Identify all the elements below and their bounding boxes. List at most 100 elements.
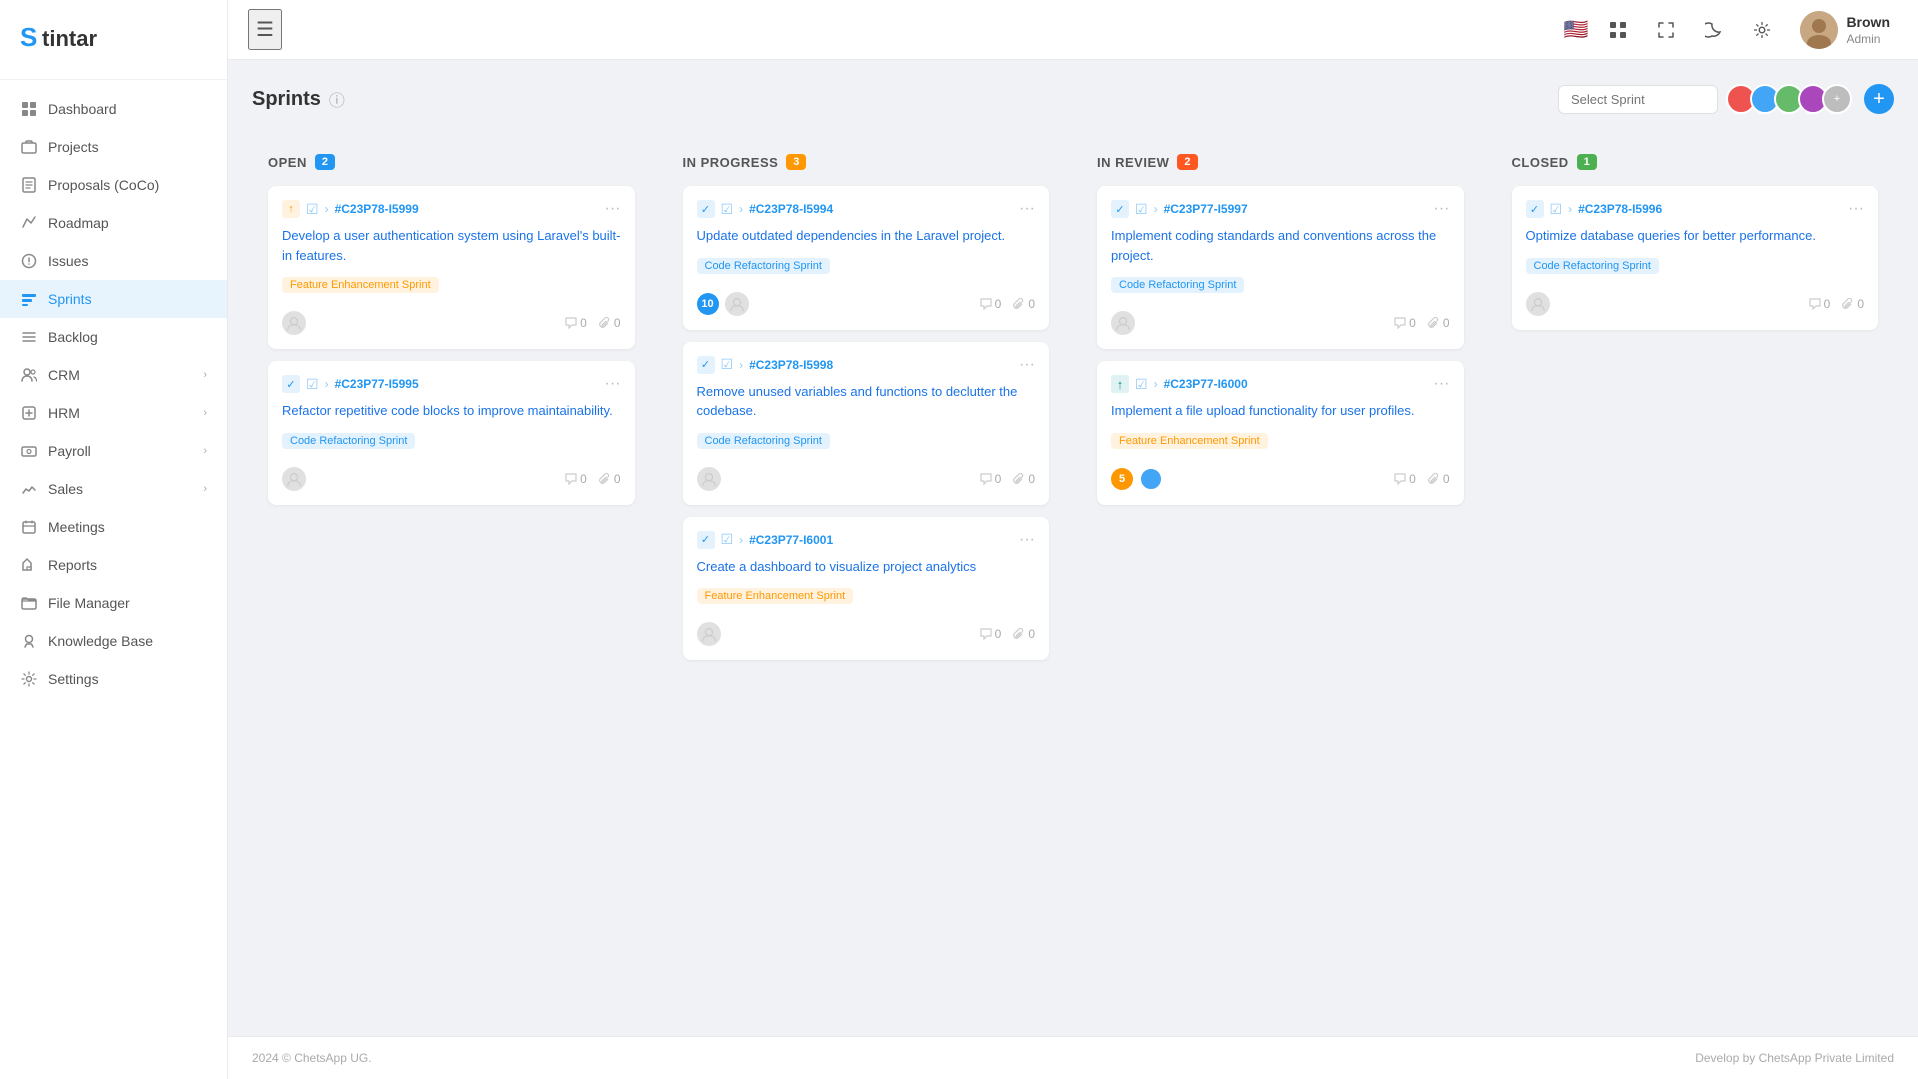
card-meta: 0 0 [1809,297,1864,311]
card-chevron-icon: › [325,377,329,391]
language-flag[interactable]: 🇺🇸 [1564,17,1589,42]
proposals-label: Proposals (CoCo) [48,177,207,193]
card-attachments: 0 [1428,316,1450,330]
apps-grid-button[interactable] [1600,12,1636,48]
fullscreen-button[interactable] [1648,12,1684,48]
card-check-box-icon: ✓ [697,531,715,549]
settings-label: Settings [48,671,207,687]
projects-label: Projects [48,139,207,155]
card-c23p78-i5996[interactable]: ✓ ☑ › #C23P78-I5996 ··· Optimize databas… [1512,186,1879,330]
card-c23p77-i6000[interactable]: ↑ ☑ › #C23P77-I6000 ··· Implement a file… [1097,361,1464,505]
reports-icon [20,556,38,574]
card-priority-icon: ↑ [282,200,300,218]
card-assignee [697,622,721,646]
card-comments: 0 [565,472,587,486]
payroll-label: Payroll [48,443,193,459]
card-menu-button[interactable]: ··· [1019,356,1035,374]
card-chevron-icon: › [1154,377,1158,391]
sidebar-item-dashboard[interactable]: Dashboard [0,90,227,128]
column-badge-in-progress: 3 [786,154,806,170]
menu-toggle-button[interactable]: ☰ [248,9,282,50]
payroll-arrow: › [203,445,207,457]
card-check-icon: ☑ [1135,201,1148,218]
dark-mode-button[interactable] [1696,12,1732,48]
sidebar-item-issues[interactable]: Issues [0,242,227,280]
card-menu-button[interactable]: ··· [1019,200,1035,218]
card-menu-button[interactable]: ··· [1848,200,1864,218]
card-c23p77-i5997[interactable]: ✓ ☑ › #C23P77-I5997 ··· Implement coding… [1097,186,1464,349]
sprint-select-input[interactable] [1558,85,1718,114]
sidebar-item-proposals[interactable]: Proposals (CoCo) [0,166,227,204]
column-in-progress: IN PROGRESS 3 ✓ ☑ › #C23P78-I5994 ··· [667,138,1066,676]
card-description: Implement coding standards and conventio… [1111,226,1450,265]
card-chevron-icon: › [325,202,329,216]
column-title-open: OPEN [268,155,307,170]
logo-area: S tintar [0,0,227,80]
card-chevron-icon: › [739,533,743,547]
card-tag: Code Refactoring Sprint [1526,258,1659,274]
sidebar-item-file-manager[interactable]: File Manager [0,584,227,622]
user-avatar [1800,11,1838,49]
card-attachments: 0 [1013,627,1035,641]
card-comments: 0 [980,472,1002,486]
card-chevron-icon: › [1154,202,1158,216]
card-menu-button[interactable]: ··· [605,200,621,218]
sprint-avatars: + [1726,84,1852,114]
user-avatar-area[interactable]: Brown Admin [1792,7,1898,53]
card-description: Remove unused variables and functions to… [697,382,1036,421]
card-id-text: #C23P77-I6000 [1164,377,1248,391]
card-menu-button[interactable]: ··· [1434,375,1450,393]
sidebar-item-knowledge-base[interactable]: Knowledge Base [0,622,227,660]
page-info-icon[interactable]: ⓘ [329,87,345,111]
card-footer: 10 0 0 [697,292,1036,316]
card-meta: 0 0 [565,316,620,330]
svg-text:S: S [20,22,37,52]
card-meta: 0 0 [980,627,1035,641]
card-menu-button[interactable]: ··· [605,375,621,393]
sidebar-item-sprints[interactable]: Sprints [0,280,227,318]
card-c23p78-i5998[interactable]: ✓ ☑ › #C23P78-I5998 ··· Remove unused va… [683,342,1050,505]
sidebar-item-projects[interactable]: Projects [0,128,227,166]
header: ☰ 🇺🇸 Brown Admin [228,0,1918,60]
card-c23p78-i5999[interactable]: ↑ ☑ › #C23P78-I5999 ··· Develop a user a… [268,186,635,349]
sales-icon [20,480,38,498]
card-description: Optimize database queries for better per… [1526,226,1865,246]
card-menu-button[interactable]: ··· [1434,200,1450,218]
user-role: Admin [1846,32,1890,46]
card-id-text: #C23P78-I5994 [749,202,833,216]
card-tag: Feature Enhancement Sprint [1111,433,1268,449]
sidebar-item-settings[interactable]: Settings [0,660,227,698]
card-footer: 0 0 [282,311,621,335]
sidebar-item-sales[interactable]: Sales › [0,470,227,508]
sidebar-item-hrm[interactable]: HRM › [0,394,227,432]
card-attachments: 0 [599,316,621,330]
card-attachments: 0 [1013,297,1035,311]
add-sprint-button[interactable]: + [1864,84,1894,114]
card-menu-button[interactable]: ··· [1019,531,1035,549]
card-meta: 0 0 [1394,472,1449,486]
card-id-area: ✓ ☑ › #C23P77-I5995 [282,375,419,393]
nav-menu: Dashboard Projects Proposals (CoCo) Road… [0,80,227,1079]
sidebar-item-backlog[interactable]: Backlog [0,318,227,356]
sidebar-item-crm[interactable]: CRM › [0,356,227,394]
card-upload-icon: ↑ [1111,375,1129,393]
card-check-icon: ☑ [1550,201,1563,218]
sidebar-item-reports[interactable]: Reports [0,546,227,584]
card-id-text: #C23P77-I6001 [749,533,833,547]
card-check-icon: ☑ [721,356,734,373]
card-description: Implement a file upload functionality fo… [1111,401,1450,421]
settings-button[interactable] [1744,12,1780,48]
card-assignee-area: 5 [1111,467,1163,491]
sidebar-item-payroll[interactable]: Payroll › [0,432,227,470]
sidebar-item-meetings[interactable]: Meetings [0,508,227,546]
column-closed: CLOSED 1 ✓ ☑ › #C23P78-I5996 ··· Opti [1496,138,1895,346]
card-c23p77-i5995[interactable]: ✓ ☑ › #C23P77-I5995 ··· Refactor repetit… [268,361,635,505]
card-c23p78-i5994[interactable]: ✓ ☑ › #C23P78-I5994 ··· Update outdated … [683,186,1050,330]
page-title: Sprints [252,88,321,111]
sidebar-item-roadmap[interactable]: Roadmap [0,204,227,242]
card-c23p77-i6001[interactable]: ✓ ☑ › #C23P77-I6001 ··· Create a dashboa… [683,517,1050,661]
card-id-area: ✓ ☑ › #C23P78-I5998 [697,356,834,374]
card-check-icon: ☑ [306,201,319,218]
card-check-icon: ☑ [306,376,319,393]
card-id-area: ✓ ☑ › #C23P77-I6001 [697,531,834,549]
